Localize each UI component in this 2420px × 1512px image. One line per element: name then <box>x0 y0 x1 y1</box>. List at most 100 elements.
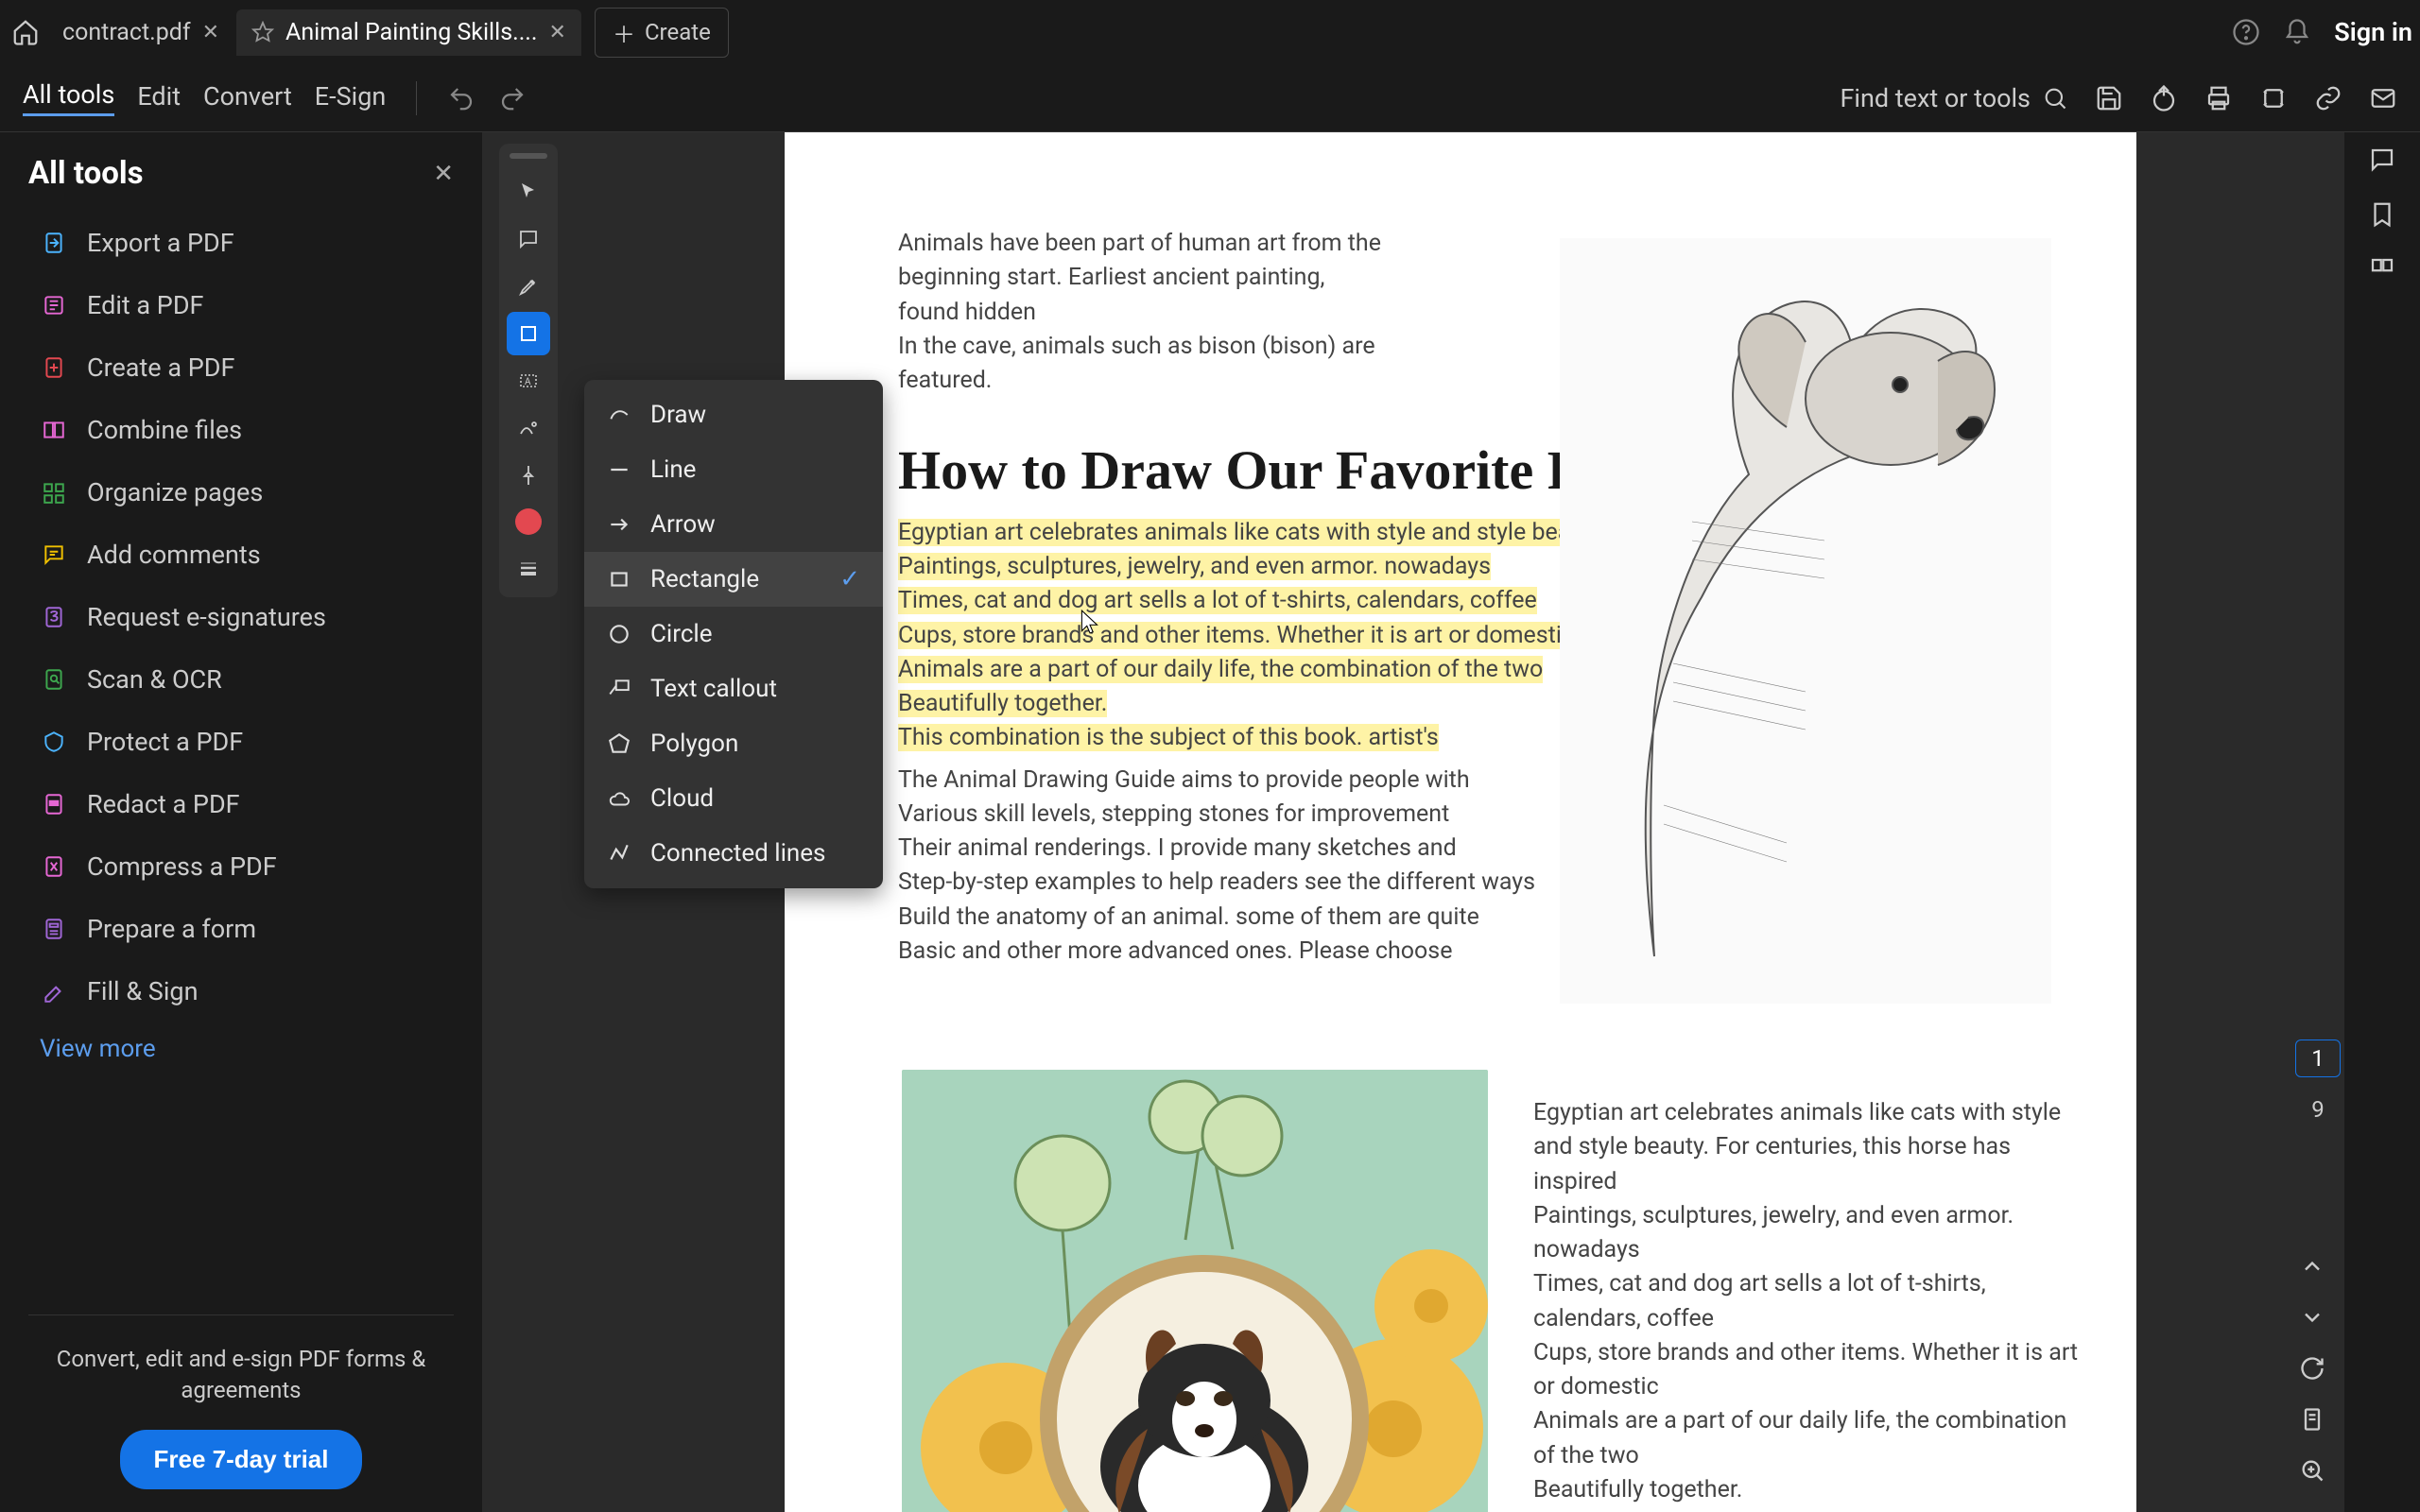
print-icon[interactable] <box>2204 84 2233 112</box>
tool-label: Organize pages <box>87 477 263 507</box>
highlight-tool[interactable] <box>507 265 550 308</box>
page-current[interactable]: 1 <box>2295 1040 2341 1077</box>
shape-label: Cloud <box>650 784 714 813</box>
close-icon[interactable]: ✕ <box>202 21 219 44</box>
tool-label: Protect a PDF <box>87 727 243 757</box>
svg-text:A: A <box>525 377 531 387</box>
zoom-icon[interactable] <box>2299 1457 2325 1484</box>
textbox-tool[interactable]: A <box>507 359 550 403</box>
shape-label: Connected lines <box>650 839 825 868</box>
chevron-down-icon[interactable] <box>2299 1304 2325 1331</box>
tool-icon <box>40 291 68 319</box>
column2-text: Egyptian art celebrates animals like cat… <box>1533 1096 2091 1512</box>
nav-tools <box>2299 1253 2325 1484</box>
drag-handle[interactable] <box>510 153 547 159</box>
mail-icon[interactable] <box>2369 84 2397 112</box>
create-button[interactable]: ＋ Create <box>595 8 729 58</box>
comments-panel-icon[interactable] <box>2368 146 2396 174</box>
bookmarks-icon[interactable] <box>2368 200 2396 229</box>
redo-icon[interactable] <box>498 84 527 112</box>
pin-tool[interactable] <box>507 454 550 497</box>
shape-callout[interactable]: Text callout <box>584 662 883 716</box>
shape-polygon[interactable]: Polygon <box>584 716 883 771</box>
close-icon[interactable]: ✕ <box>549 21 566 44</box>
tool-item-request-e-signatures[interactable]: Request e-signatures <box>28 587 454 647</box>
export-icon[interactable] <box>2150 84 2178 112</box>
shape-label: Text callout <box>650 675 777 703</box>
select-tool[interactable] <box>507 170 550 214</box>
thumbnails-icon[interactable] <box>2368 255 2396 284</box>
divider <box>416 81 417 115</box>
line-weight-tool[interactable] <box>507 546 550 590</box>
tool-item-add-comments[interactable]: Add comments <box>28 524 454 585</box>
bell-icon[interactable] <box>2283 18 2311 46</box>
ai-icon[interactable] <box>2259 84 2288 112</box>
save-icon[interactable] <box>2095 84 2123 112</box>
tool-item-redact-a-pdf[interactable]: Redact a PDF <box>28 774 454 834</box>
sign-in-button[interactable]: Sign in <box>2334 17 2412 47</box>
tab-convert[interactable]: Convert <box>203 81 292 115</box>
shape-line[interactable]: Line <box>584 442 883 497</box>
tool-item-compress-a-pdf[interactable]: Compress a PDF <box>28 836 454 897</box>
search-icon <box>2042 85 2068 112</box>
tab-contract[interactable]: contract.pdf ✕ <box>47 9 234 56</box>
view-more-link[interactable]: View more <box>28 1035 454 1063</box>
star-icon[interactable] <box>251 21 274 43</box>
tool-icon <box>40 478 68 507</box>
shape-cloud[interactable]: Cloud <box>584 771 883 826</box>
annotation-toolbar: A <box>499 144 558 597</box>
link-icon[interactable] <box>2314 84 2342 112</box>
pdf-page[interactable]: Animals have been part of human art from… <box>785 132 2136 1512</box>
color-swatch[interactable] <box>515 508 542 535</box>
tool-icon <box>40 353 68 382</box>
rotate-icon[interactable] <box>2299 1355 2325 1382</box>
rect-icon <box>607 567 631 592</box>
toolbar: All tools Edit Convert E-Sign Find text … <box>0 64 2420 132</box>
tool-icon <box>40 852 68 881</box>
undo-icon[interactable] <box>447 84 475 112</box>
shape-label: Line <box>650 455 696 484</box>
find-input[interactable]: Find text or tools <box>1840 83 2068 113</box>
page-fit-icon[interactable] <box>2299 1406 2325 1433</box>
tab-animal-painting[interactable]: Animal Painting Skills.... ✕ <box>236 9 581 56</box>
dog-sketch-image <box>1560 238 2051 1004</box>
comment-tool[interactable] <box>507 217 550 261</box>
help-icon[interactable] <box>2232 18 2260 46</box>
tool-item-scan-ocr[interactable]: Scan & OCR <box>28 649 454 710</box>
tool-item-fill-sign[interactable]: Fill & Sign <box>28 961 454 1022</box>
shape-label: Arrow <box>650 510 716 539</box>
tool-icon <box>40 541 68 569</box>
shape-tool[interactable] <box>507 312 550 355</box>
circle-icon <box>607 622 631 646</box>
check-icon: ✓ <box>839 565 860 593</box>
tool-item-organize-pages[interactable]: Organize pages <box>28 462 454 523</box>
shape-label: Polygon <box>650 730 738 758</box>
tool-item-prepare-a-form[interactable]: Prepare a form <box>28 899 454 959</box>
trial-button[interactable]: Free 7-day trial <box>120 1430 363 1489</box>
tool-item-create-a-pdf[interactable]: Create a PDF <box>28 337 454 398</box>
titlebar-right: Sign in <box>2232 17 2412 47</box>
tool-item-combine-files[interactable]: Combine files <box>28 400 454 460</box>
tool-item-export-a-pdf[interactable]: Export a PDF <box>28 213 454 273</box>
tool-item-edit-a-pdf[interactable]: Edit a PDF <box>28 275 454 335</box>
tool-icon <box>40 229 68 257</box>
draw-tool[interactable] <box>507 406 550 450</box>
shape-connected[interactable]: Connected lines <box>584 826 883 881</box>
shape-rect[interactable]: Rectangle✓ <box>584 552 883 607</box>
chevron-up-icon[interactable] <box>2299 1253 2325 1280</box>
tool-item-protect-a-pdf[interactable]: Protect a PDF <box>28 712 454 772</box>
shape-circle[interactable]: Circle <box>584 607 883 662</box>
close-icon[interactable]: ✕ <box>433 160 454 188</box>
tab-edit[interactable]: Edit <box>137 81 181 115</box>
shape-arrow[interactable]: Arrow <box>584 497 883 552</box>
page-indicator: 1 9 <box>2295 1040 2341 1123</box>
tool-label: Export a PDF <box>87 228 234 258</box>
tab-all-tools[interactable]: All tools <box>23 79 114 116</box>
intro-text: Animals have been part of human art from… <box>898 227 1390 398</box>
toolbar-right: Find text or tools <box>1840 83 2397 113</box>
tool-icon <box>40 665 68 694</box>
home-icon[interactable] <box>8 14 43 50</box>
main: All tools ✕ Export a PDFEdit a PDFCreate… <box>0 132 2420 1512</box>
tab-esign[interactable]: E-Sign <box>315 81 386 115</box>
shape-draw[interactable]: Draw <box>584 387 883 442</box>
